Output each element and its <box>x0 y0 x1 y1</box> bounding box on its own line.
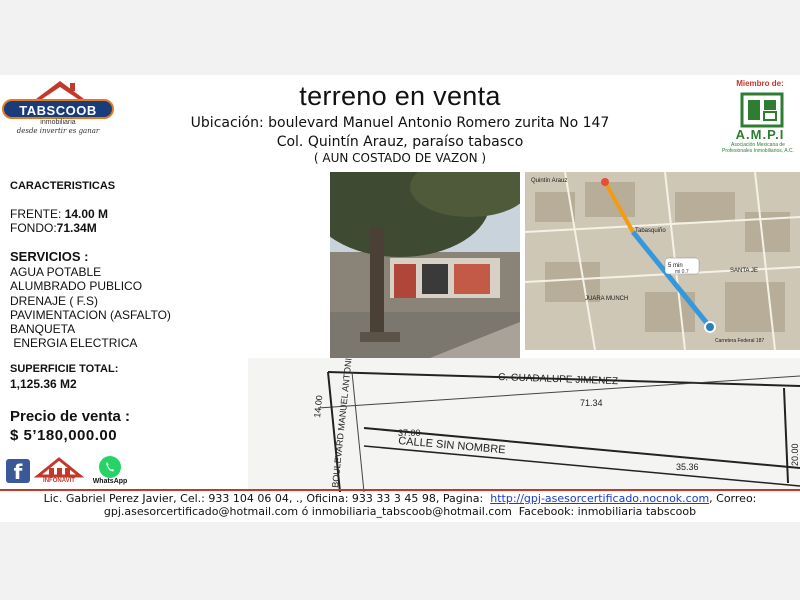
servicios-list: AGUA POTABLE ALUMBRADO PUBLICO DRENAJE (… <box>10 265 171 351</box>
house-roof-icon <box>36 81 84 99</box>
precio-label: Precio de venta : <box>10 408 131 425</box>
top-band <box>0 0 800 75</box>
tabscoob-tagline: desde invertir es ganar <box>16 127 100 135</box>
footer-line-2: gpj.asesorcertificado@hotmail.com ó inmo… <box>103 505 697 518</box>
plan-dim-right: 20.00 <box>790 443 800 466</box>
bottom-band <box>0 522 800 600</box>
list-item: AGUA POTABLE <box>10 265 102 279</box>
website-link[interactable]: http://gpj-asesorcertificado.nocnok.com <box>490 492 709 505</box>
whatsapp-icon[interactable]: WhatsApp <box>93 456 127 485</box>
map-place-top: Quintín Arauz <box>531 178 567 184</box>
fondo-label: FONDO: <box>10 221 57 235</box>
fondo-row: FONDO:71.34M <box>10 221 97 235</box>
list-item: BANQUETA <box>10 322 76 337</box>
plan-dim-left: 14.00 <box>312 395 324 418</box>
map-street-2: JUARA MUNCH <box>585 296 628 302</box>
ampi-logo-icon <box>740 92 784 128</box>
infonavit-house-icon <box>33 457 85 478</box>
frente-value: 14.00 M <box>64 207 109 221</box>
footer-divider <box>0 489 800 491</box>
fondo-value: 71.34M <box>56 221 97 235</box>
plan-dim-top: 71.34 <box>580 398 603 408</box>
plan-street-top: C. GUADALUPE JIMENEZ <box>498 372 618 387</box>
list-item: ENERGIA ELECTRICA <box>10 336 138 351</box>
phone-icon <box>106 462 114 472</box>
footer-line-1: Lic. Gabriel Perez Javier, Cel.: 933 104… <box>0 492 800 505</box>
tabscoob-wordmark: TABSCOOB <box>2 99 114 119</box>
property-photo-image <box>330 172 520 358</box>
frente-row: FRENTE: 14.00 M <box>10 207 108 221</box>
lot-plan: C. GUADALUPE JIMENEZ BOULEVARD MANUEL AN… <box>248 358 800 492</box>
precio-value: $ 5’180,000.00 <box>10 427 118 444</box>
location-line-1: Ubicación: boulevard Manuel Antonio Rome… <box>190 115 610 131</box>
caracteristicas-heading: CARACTERISTICAS <box>10 180 116 192</box>
plan-dim-bottom: 35.36 <box>676 462 699 472</box>
map-image: 5 min mi 0.7 Quintín Arauz Tabasquiño SA… <box>525 172 800 350</box>
ampi-name: A.M.P.I <box>735 127 785 142</box>
list-item: PAVIMENTACION (ASFALTO) <box>10 307 171 322</box>
tabscoob-sub: inmobiliaria <box>40 119 76 126</box>
plan-dim-mid: 37.00 <box>398 428 421 438</box>
map-route-distance: mi 0.7 <box>675 269 689 275</box>
page-title: terreno en venta <box>299 81 501 111</box>
map-street-1: SANTA JE <box>730 268 758 274</box>
ampi-member-label: Miembro de: <box>736 79 784 88</box>
plan-street-mid: CALLE SIN NOMBRE <box>398 435 506 456</box>
location-map: 5 min mi 0.7 Quintín Arauz Tabasquiño SA… <box>525 172 800 350</box>
list-item: ALUMBRADO PUBLICO <box>10 279 143 294</box>
map-place-mid: Tabasquiño <box>635 228 666 234</box>
list-item: DRENAJE ( F.S) <box>10 293 99 308</box>
location-line-2: Col. Quintín Arauz, paraíso tabasco <box>276 134 524 150</box>
whatsapp-label: WhatsApp <box>92 478 128 485</box>
location-line-3: ( AUN COSTADO DE VAZON ) <box>313 151 487 165</box>
superficie-value: 1,125.36 M2 <box>10 377 77 391</box>
servicios-heading: SERVICIOS : <box>10 249 89 264</box>
frente-label: FRENTE: <box>10 207 62 221</box>
property-photo <box>330 172 520 358</box>
lot-plan-drawing: C. GUADALUPE JIMENEZ BOULEVARD MANUEL AN… <box>312 358 800 492</box>
infonavit-icon: INFONAVIT <box>33 456 85 486</box>
footer-correo-label: , Correo: <box>709 492 757 505</box>
tabscoob-logo: TABSCOOB inmobiliaria desde invertir es … <box>2 79 114 135</box>
superficie-label: SUPERFICIE TOTAL: <box>10 363 119 375</box>
infonavit-label: INFONAVIT <box>43 478 75 484</box>
map-place-bottom: Carretera Federal 187 <box>715 338 764 344</box>
ampi-description: Asociación Mexicana de Profesionales Inm… <box>722 142 794 154</box>
facebook-icon[interactable]: f <box>6 459 30 484</box>
footer-contact: Lic. Gabriel Perez Javier, Cel.: 933 104… <box>43 492 491 505</box>
